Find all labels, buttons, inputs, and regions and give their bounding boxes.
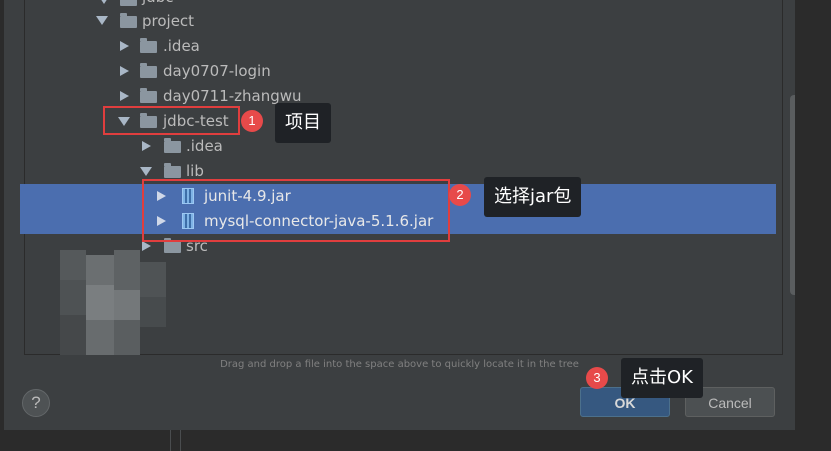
tree-row-label: project bbox=[142, 12, 195, 30]
help-button[interactable]: ? bbox=[22, 389, 50, 417]
folder-icon bbox=[140, 63, 157, 78]
folder-icon bbox=[120, 13, 137, 28]
annotation-box-project bbox=[103, 106, 240, 135]
chevron-down-icon[interactable] bbox=[96, 16, 108, 25]
folder-icon bbox=[164, 163, 181, 178]
folder-icon bbox=[164, 138, 181, 153]
chevron-down-icon[interactable] bbox=[98, 0, 110, 4]
annotation-badge: 1 bbox=[241, 110, 263, 132]
tree-row-label: jdbc bbox=[142, 0, 173, 6]
chevron-right-icon[interactable] bbox=[142, 241, 151, 251]
chevron-right-icon[interactable] bbox=[120, 66, 129, 76]
tree-row-label: day0707-login bbox=[163, 62, 271, 80]
chevron-right-icon[interactable] bbox=[120, 91, 129, 101]
annotation-callout: 项目 bbox=[275, 103, 331, 143]
background-editor bbox=[795, 0, 831, 451]
annotation-badge: 3 bbox=[586, 367, 608, 389]
chevron-down-icon[interactable] bbox=[140, 167, 152, 176]
divider bbox=[170, 430, 171, 451]
annotation-callout: 选择jar包 bbox=[484, 177, 582, 217]
tree-row-project[interactable]: project bbox=[25, 9, 782, 34]
tree-row-day0707-login[interactable]: day0707-login bbox=[25, 59, 782, 84]
divider bbox=[180, 430, 181, 451]
chevron-right-icon[interactable] bbox=[142, 141, 151, 151]
folder-icon bbox=[140, 88, 157, 103]
folder-icon bbox=[140, 38, 157, 53]
annotation-box-jars bbox=[142, 179, 450, 242]
background-editor-bottom bbox=[0, 430, 831, 451]
folder-icon bbox=[164, 238, 181, 253]
tree-row-idea[interactable]: .idea bbox=[25, 34, 782, 59]
tree-row-label: .idea bbox=[163, 37, 200, 55]
tree-row-idea[interactable]: .idea bbox=[25, 134, 782, 159]
folder-icon bbox=[120, 0, 137, 6]
tree-row-label: .idea bbox=[186, 137, 223, 155]
annotation-badge: 2 bbox=[449, 184, 471, 206]
annotation-callout: 点击OK bbox=[621, 358, 703, 398]
tree-row-label: lib bbox=[186, 162, 204, 180]
chevron-right-icon[interactable] bbox=[120, 41, 129, 51]
